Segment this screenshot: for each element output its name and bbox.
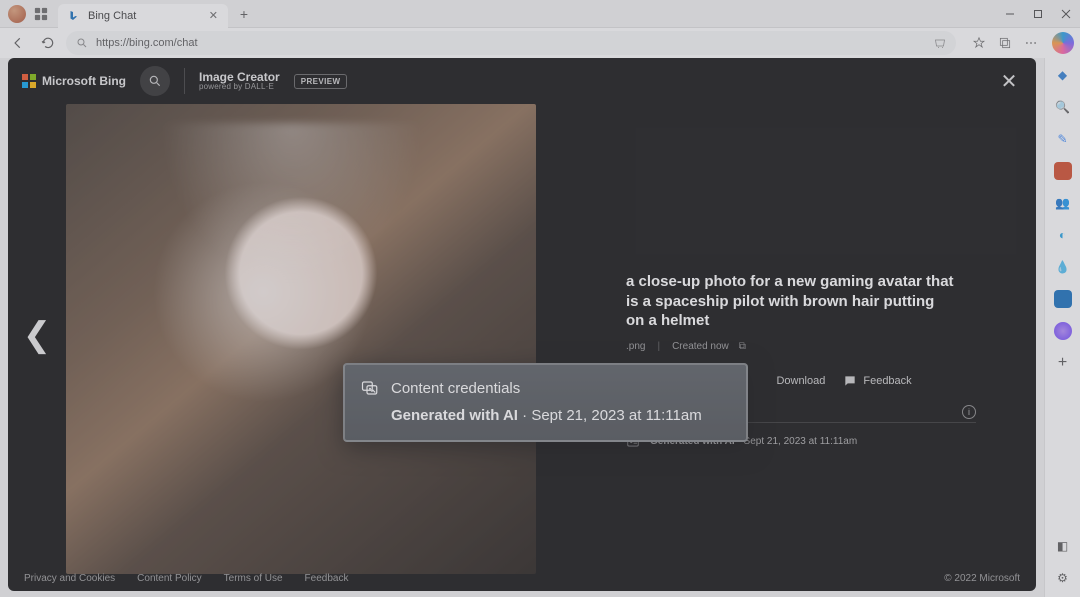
content-credentials-tooltip: Content credentials Generated with AI · … [343,363,748,442]
refresh-button[interactable] [36,31,60,55]
window-close-button[interactable] [1052,0,1080,28]
sidebar-add-button[interactable]: + [1054,354,1072,372]
address-bar: https://bing.com/chat [0,28,1080,58]
download-label: Download [776,375,825,387]
image-creator-label[interactable]: Image Creator powered by DALL·E [199,71,280,92]
sidebar-search-icon[interactable]: 🔍 [1054,98,1072,116]
content-header: Microsoft Bing Image Creator powered by … [8,58,1036,104]
url-field[interactable]: https://bing.com/chat [66,31,956,55]
file-extension: .png [626,341,645,352]
content-footer: Privacy and Cookies Content Policy Terms… [8,565,1036,591]
generated-image[interactable] [66,104,536,574]
brand-text: Microsoft Bing [42,74,126,88]
credentials-tooltip-timestamp: Sept 21, 2023 at 11:11am [531,407,701,424]
footer-privacy-link[interactable]: Privacy and Cookies [24,573,115,584]
sidebar-settings-icon[interactable]: ⚙ [1054,569,1072,587]
browser-tab[interactable]: Bing Chat ✕ [58,4,228,28]
sidebar-games-icon[interactable]: 👥 [1054,194,1072,212]
more-icon[interactable] [1020,32,1042,54]
previous-image-button[interactable]: ❮ [8,104,66,565]
feedback-button[interactable]: Feedback [843,374,911,388]
tab-close-icon[interactable]: ✕ [209,9,218,22]
footer-copyright: © 2022 Microsoft [944,573,1020,584]
footer-feedback-link[interactable]: Feedback [305,573,349,584]
edge-sidebar: ◆ 🔍 ✎ 👥 ◐ 💧 + ◧ ⚙ [1044,58,1080,597]
image-creator-viewer: Microsoft Bing Image Creator powered by … [8,58,1036,591]
back-button[interactable] [6,31,30,55]
sidebar-customize-icon[interactable]: ◧ [1054,537,1072,555]
search-icon [76,37,88,49]
bing-favicon-icon [68,10,80,22]
window-maximize-button[interactable] [1024,0,1052,28]
sidebar-messenger-icon[interactable] [1054,322,1072,340]
header-separator [184,68,185,94]
footer-terms-link[interactable]: Terms of Use [224,573,283,584]
sidebar-bing-icon[interactable]: ◆ [1054,66,1072,84]
open-external-icon[interactable]: ⧉ [739,341,746,352]
credentials-icon [361,379,379,397]
created-label: Created now [672,341,729,352]
feedback-label: Feedback [863,375,911,387]
new-tab-button[interactable]: + [232,2,256,26]
credentials-tooltip-generated: Generated with AI [391,407,518,424]
profile-avatar[interactable] [8,5,26,23]
cred-timestamp: Sept 21, 2023 at 11:11am [744,436,858,447]
favorite-icon[interactable] [968,32,990,54]
sidebar-outlook-icon[interactable] [1054,290,1072,308]
sidebar-tools-icon[interactable]: ✎ [1054,130,1072,148]
shopping-icon[interactable] [934,37,946,49]
image-creator-subtitle: powered by DALL·E [199,83,280,91]
microsoft-bing-logo[interactable]: Microsoft Bing [22,74,126,88]
credentials-tooltip-title: Content credentials [391,380,520,397]
workspaces-icon[interactable] [34,7,48,21]
window-minimize-button[interactable] [996,0,1024,28]
tab-title: Bing Chat [88,10,136,22]
sidebar-drop-icon[interactable]: 💧 [1054,258,1072,276]
prompt-text: a close-up photo for a new gaming avatar… [626,272,956,331]
info-icon[interactable]: i [962,405,976,419]
sidebar-shopping-icon[interactable] [1054,162,1072,180]
sidebar-news-icon[interactable]: ◐ [1054,226,1072,244]
image-meta-row: .png Created now ⧉ [626,341,996,352]
footer-content-policy-link[interactable]: Content Policy [137,573,201,584]
download-button[interactable]: Download [756,374,825,388]
microsoft-icon [22,74,36,88]
window-titlebar: Bing Chat ✕ + [0,0,1080,28]
preview-badge: PREVIEW [294,74,348,89]
url-text: https://bing.com/chat [96,37,198,49]
header-search-button[interactable] [140,66,170,96]
collections-icon[interactable] [994,32,1016,54]
image-details-panel: a close-up photo for a new gaming avatar… [536,104,1036,565]
close-viewer-button[interactable]: ✕ [996,68,1022,94]
copilot-button[interactable] [1052,32,1074,54]
